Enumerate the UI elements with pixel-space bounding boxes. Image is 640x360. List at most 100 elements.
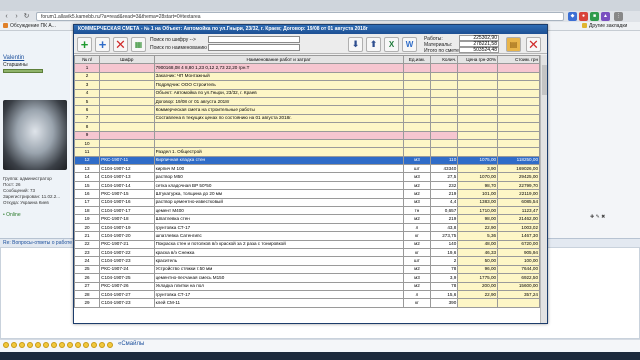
cell-name[interactable]: цемент М400	[153, 206, 404, 216]
cell-number[interactable]: 11	[74, 147, 101, 157]
table-row[interactable]: 18 С104-1907-17 цемент М400 тн 0,657 1710,00 1…	[74, 206, 540, 216]
cell-price[interactable]: 5,36	[457, 231, 499, 241]
table-row[interactable]: 15 С104-1907-14 сетка кладочная ВР 50*50 м2…	[74, 180, 540, 191]
cell-qty[interactable]	[430, 113, 459, 124]
cell-cost[interactable]: 905,94	[497, 247, 540, 258]
cell-cost[interactable]	[497, 122, 540, 132]
cell-number[interactable]: 14	[74, 172, 101, 182]
cell-qty[interactable]	[430, 147, 459, 157]
cell-number[interactable]: 8	[74, 122, 101, 132]
cell-unit[interactable]	[402, 147, 432, 157]
cell-qty[interactable]: 140	[430, 239, 459, 250]
cell-number[interactable]: 20	[74, 222, 101, 233]
cell-number[interactable]: 23	[74, 247, 101, 258]
cell-qty[interactable]: 219	[430, 214, 459, 224]
extension-icon[interactable]: ■	[590, 12, 599, 21]
extension-icon[interactable]: ◆	[568, 12, 577, 21]
table-row[interactable]: 17 С104-1907-16 раствор цементно-известков…	[74, 197, 540, 208]
cell-qty[interactable]: 2	[430, 256, 459, 266]
cell-number[interactable]: 28	[74, 289, 101, 300]
cell-number[interactable]: 12	[74, 155, 101, 166]
col-code[interactable]: Шифр	[99, 55, 155, 65]
cell-cost[interactable]	[497, 147, 540, 157]
cell-name[interactable]: раствор цементно-известковый	[153, 197, 404, 208]
reload-icon[interactable]: ↻	[22, 12, 31, 21]
cell-code[interactable]: РКС-1907-26	[99, 281, 155, 291]
cell-unit[interactable]: тн	[402, 206, 432, 216]
cell-qty[interactable]: 78	[430, 281, 459, 291]
search-name-input[interactable]	[208, 44, 300, 51]
cell-code[interactable]	[99, 63, 155, 73]
cell-number[interactable]: 7	[74, 113, 101, 124]
cell-price[interactable]: 1070,00	[457, 172, 499, 182]
username[interactable]: Valentin	[3, 55, 24, 61]
cell-unit[interactable]	[402, 122, 432, 132]
cell-unit[interactable]: м3	[402, 155, 432, 166]
cell-code[interactable]: РКС-1907-11	[99, 155, 155, 166]
cell-qty[interactable]: 27,5	[430, 172, 459, 182]
cell-number[interactable]: 21	[74, 231, 101, 241]
table-row[interactable]: 26 С104-1907-25 цементно-песчаная смесь М1…	[74, 273, 540, 283]
cell-price[interactable]	[457, 63, 499, 73]
cell-name[interactable]: Объект: Автомойка по ул.Гныри, 23/32, г.…	[153, 88, 404, 98]
cell-qty[interactable]	[430, 105, 459, 115]
cell-qty[interactable]	[430, 96, 459, 107]
table-row[interactable]: 7 Составлена в текущих ценах по состоянию…	[74, 113, 540, 124]
cell-number[interactable]: 19	[74, 214, 101, 224]
cell-code[interactable]: С104-1907-13	[99, 172, 155, 182]
add-row-icon[interactable]: +	[77, 37, 92, 52]
cell-number[interactable]: 3	[74, 80, 101, 90]
cell-cost[interactable]	[497, 63, 540, 73]
cell-price[interactable]	[457, 113, 499, 124]
cell-cost[interactable]: 1467,30	[497, 231, 540, 241]
cell-cost[interactable]: 6720,00	[497, 239, 540, 250]
cell-name[interactable]	[153, 138, 404, 149]
table-row[interactable]: 2 Заказчик: ЧП Монтажный	[74, 71, 540, 82]
cell-cost[interactable]: 15600,00	[497, 281, 540, 291]
smiley-icon[interactable]	[75, 342, 81, 348]
cell-name[interactable]: Устройство стяжки т.50 мм	[153, 264, 404, 275]
address-bar[interactable]: forum1.allavik5.kamebb.ru/?a=read&read=3…	[36, 12, 564, 21]
cell-unit[interactable]: м2	[402, 214, 432, 224]
smiley-icon[interactable]	[43, 342, 49, 348]
cell-qty[interactable]: 110	[430, 155, 459, 166]
smiley-icon[interactable]	[67, 342, 73, 348]
cell-code[interactable]: РКС-1907-24	[99, 264, 155, 275]
arrow-down-icon[interactable]: ⬇	[348, 37, 363, 52]
cell-number[interactable]: 4	[74, 88, 101, 98]
cell-cost[interactable]: 169026,00	[497, 164, 540, 174]
cell-cost[interactable]: 21462,00	[497, 214, 540, 224]
cell-code[interactable]	[99, 80, 155, 90]
table-row[interactable]: 10	[74, 138, 540, 149]
cell-cost[interactable]	[497, 88, 540, 98]
cell-name[interactable]: краситель	[153, 256, 404, 266]
insert-row-icon[interactable]: +	[95, 37, 110, 52]
cell-number[interactable]: 22	[74, 239, 101, 250]
cell-price[interactable]	[457, 130, 499, 140]
cell-code[interactable]	[99, 71, 155, 82]
cell-code[interactable]: РКС-1907-18	[99, 214, 155, 224]
smiley-icon[interactable]	[91, 342, 97, 348]
cell-name[interactable]: Подрядчик: ООО Строитель	[153, 80, 404, 90]
cell-unit[interactable]	[402, 88, 432, 98]
cell-qty[interactable]: 232	[430, 180, 459, 191]
cell-unit[interactable]: л	[402, 289, 432, 300]
back-icon[interactable]: ‹	[2, 12, 11, 21]
cell-unit[interactable]: кг	[402, 231, 432, 241]
cell-qty[interactable]: 4,4	[430, 197, 459, 208]
cell-unit[interactable]: м2	[402, 281, 432, 291]
table-row[interactable]: 4 Объект: Автомойка по ул.Гныри, 23/32, г…	[74, 88, 540, 98]
cell-unit[interactable]: м2	[402, 239, 432, 250]
cell-price[interactable]: 1383,00	[457, 197, 499, 208]
cell-price[interactable]	[457, 80, 499, 90]
cell-qty[interactable]	[430, 71, 459, 82]
window-titlebar[interactable]: КОММЕРЧЕСКАЯ СМЕТА - № 1 на Объект: Авто…	[74, 25, 547, 34]
table-row[interactable]: 27 РКС-1907-26 Укладка плитки на пол м2 78 20…	[74, 281, 540, 291]
cell-cost[interactable]: 22799,70	[497, 180, 540, 191]
cell-unit[interactable]: шт	[402, 164, 432, 174]
forward-icon[interactable]: ›	[12, 12, 21, 21]
cell-qty[interactable]	[430, 80, 459, 90]
table-row[interactable]: 1 7900168,08 4 8,80 1,23 0,12 2,73 22,20 …	[74, 63, 540, 73]
col-unit[interactable]: Ед.изм.	[402, 55, 432, 65]
cell-code[interactable]	[99, 147, 155, 157]
